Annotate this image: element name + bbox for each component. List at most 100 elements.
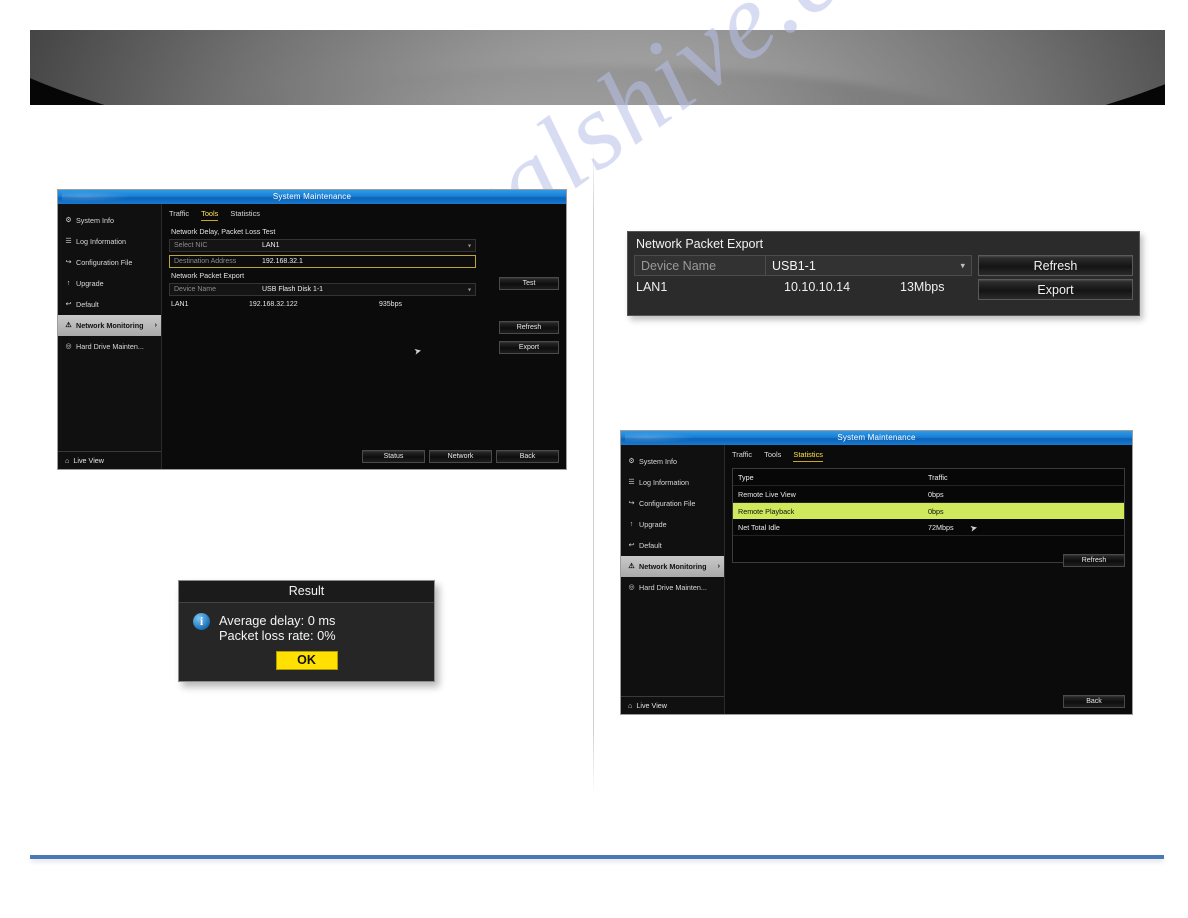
sidebar-statistics: ⚙ System Info ☰ Log Information ↪ Config…	[621, 445, 725, 714]
ok-button[interactable]: OK	[275, 651, 338, 670]
sidebar-item-upgrade[interactable]: ↑ Upgrade	[621, 514, 724, 535]
column-header-traffic: Traffic	[928, 472, 948, 482]
npe-lan-rate: 13Mbps	[900, 280, 945, 294]
sidebar-live-view[interactable]: ⌂ Live View	[58, 451, 161, 469]
upgrade-icon: ↑	[629, 521, 634, 528]
info-icon: i	[193, 613, 210, 630]
harddrive-icon: ◎	[65, 343, 72, 350]
select-nic-row: Select NIC LAN1 ▾	[169, 239, 559, 252]
result-dialog: Result i Average delay: 0 ms Packet loss…	[178, 580, 435, 682]
statistics-back-button[interactable]: Back	[1063, 695, 1125, 708]
result-average-delay: Average delay: 0 ms	[219, 613, 336, 628]
npe-export-button[interactable]: Export	[978, 279, 1133, 300]
window-title-tools: System Maintenance	[58, 190, 566, 204]
tab-traffic[interactable]: Traffic	[169, 209, 189, 221]
sidebar-item-label: Configuration File	[76, 258, 133, 267]
column-header-type: Type	[738, 472, 754, 482]
sidebar-item-label: Hard Drive Mainten...	[76, 342, 144, 351]
npe-lan-nic: LAN1	[636, 280, 668, 294]
sidebar-item-label: Log Information	[639, 478, 689, 487]
sidebar-item-system-info[interactable]: ⚙ System Info	[58, 210, 161, 231]
lan-data-row: LAN1 192.168.32.122 935bps	[169, 299, 559, 310]
npe-lan-address: 10.10.10.14	[784, 280, 851, 294]
tools-footer-buttons: Status Network Back	[362, 450, 559, 463]
sidebar-item-log-information[interactable]: ☰ Log Information	[621, 472, 724, 493]
log-icon: ☰	[65, 238, 72, 245]
back-button[interactable]: Back	[496, 450, 559, 463]
sidebar-live-view-label: Live View	[73, 456, 104, 465]
row-traffic: 72Mbps	[928, 522, 954, 532]
network-button[interactable]: Network	[429, 450, 492, 463]
select-nic-dropdown[interactable]: Select NIC LAN1 ▾	[169, 239, 476, 252]
destination-address-label: Destination Address	[174, 258, 237, 265]
device-name-label: Device Name	[174, 286, 217, 293]
sidebar-item-configuration-file[interactable]: ↪ Configuration File	[58, 252, 161, 273]
sidebar-item-upgrade[interactable]: ↑ Upgrade	[58, 273, 161, 294]
test-button[interactable]: Test	[499, 277, 559, 290]
tab-statistics[interactable]: Statistics	[230, 209, 260, 221]
device-name-dropdown[interactable]: Device Name USB Flash Disk 1-1 ▾	[169, 283, 476, 296]
tab-statistics[interactable]: Statistics	[793, 450, 823, 462]
table-row[interactable]: Net Total Idle 72Mbps	[733, 519, 1124, 536]
network-packet-export-header: Network Packet Export	[636, 237, 764, 251]
network-packet-export-panel: Network Packet Export Device Name USB1-1…	[627, 231, 1140, 316]
sidebar-item-network-monitoring[interactable]: ⚠ Network Monitoring ›	[621, 556, 724, 577]
sidebar-item-label: Default	[639, 541, 662, 550]
window-title-statistics: System Maintenance	[621, 431, 1132, 445]
sidebar-item-network-monitoring[interactable]: ⚠ Network Monitoring ›	[58, 315, 161, 336]
select-nic-value: LAN1 ▾	[262, 242, 471, 249]
info-icon: ⚙	[628, 458, 635, 465]
npe-device-name-dropdown[interactable]: Device Name USB1-1 ▾	[634, 255, 972, 276]
lan-rate: 935bps	[379, 301, 402, 308]
system-maintenance-statistics-window: System Maintenance ⚙ System Info ☰ Log I…	[620, 430, 1133, 715]
statistics-refresh-button[interactable]: Refresh	[1063, 554, 1125, 567]
harddrive-icon: ◎	[628, 584, 635, 591]
statistics-table: Type Traffic Remote Live View 0bps Remot…	[732, 468, 1125, 563]
info-icon: ⚙	[65, 217, 72, 224]
sidebar-item-label: System Info	[639, 457, 677, 466]
tab-tools[interactable]: Tools	[201, 209, 219, 221]
chevron-right-icon: ›	[154, 322, 157, 329]
sidebar-tools: ⚙ System Info ☰ Log Information ↪ Config…	[58, 204, 162, 469]
page-header-banner	[30, 30, 1165, 105]
tab-traffic[interactable]: Traffic	[732, 450, 752, 462]
footer-rule	[30, 855, 1164, 859]
chevron-down-icon: ▾	[467, 243, 471, 249]
sidebar-item-log-information[interactable]: ☰ Log Information	[58, 231, 161, 252]
lan-nic: LAN1	[171, 301, 189, 308]
sidebar-item-system-info[interactable]: ⚙ System Info	[621, 451, 724, 472]
npe-device-name-value: USB1-1 ▾	[772, 258, 965, 273]
config-icon: ↪	[628, 500, 635, 507]
sidebar-item-configuration-file[interactable]: ↪ Configuration File	[621, 493, 724, 514]
result-packet-loss: Packet loss rate: 0%	[219, 628, 336, 643]
sidebar-item-label: Default	[76, 300, 99, 309]
status-button[interactable]: Status	[362, 450, 425, 463]
sidebar-item-hard-drive-maintenance[interactable]: ◎ Hard Drive Mainten...	[58, 336, 161, 357]
device-name-value: USB Flash Disk 1-1 ▾	[262, 286, 471, 293]
sidebar-item-label: System Info	[76, 216, 114, 225]
table-row[interactable]: Remote Live View 0bps	[733, 486, 1124, 503]
refresh-button[interactable]: Refresh	[499, 321, 559, 334]
sidebar-live-view[interactable]: ⌂ Live View	[621, 696, 724, 714]
default-icon: ↩	[65, 301, 72, 308]
sidebar-item-default[interactable]: ↩ Default	[58, 294, 161, 315]
npe-refresh-button[interactable]: Refresh	[978, 255, 1133, 276]
chevron-down-icon: ▾	[467, 287, 471, 293]
tabs-statistics: Traffic Tools Statistics	[732, 450, 1125, 462]
table-row[interactable]: Remote Playback 0bps	[733, 503, 1124, 519]
sidebar-item-hard-drive-maintenance[interactable]: ◎ Hard Drive Mainten...	[621, 577, 724, 598]
sidebar-item-label: Upgrade	[76, 279, 104, 288]
row-traffic: 0bps	[928, 506, 944, 516]
sidebar-item-default[interactable]: ↩ Default	[621, 535, 724, 556]
mouse-cursor-icon: ➤	[412, 345, 423, 357]
section-label-delay-test: Network Delay, Packet Loss Test	[171, 227, 276, 236]
sidebar-item-label: Network Monitoring	[639, 562, 707, 571]
destination-address-row: Destination Address 192.168.32.1	[169, 255, 559, 268]
system-maintenance-tools-window: System Maintenance ⚙ System Info ☰ Log I…	[57, 189, 567, 470]
home-icon: ⌂	[65, 456, 70, 465]
destination-address-input[interactable]: Destination Address 192.168.32.1	[169, 255, 476, 268]
export-button[interactable]: Export	[499, 341, 559, 354]
chevron-down-icon: ▾	[960, 260, 965, 270]
tab-tools[interactable]: Tools	[764, 450, 781, 462]
table-header-row: Type Traffic	[733, 469, 1124, 486]
